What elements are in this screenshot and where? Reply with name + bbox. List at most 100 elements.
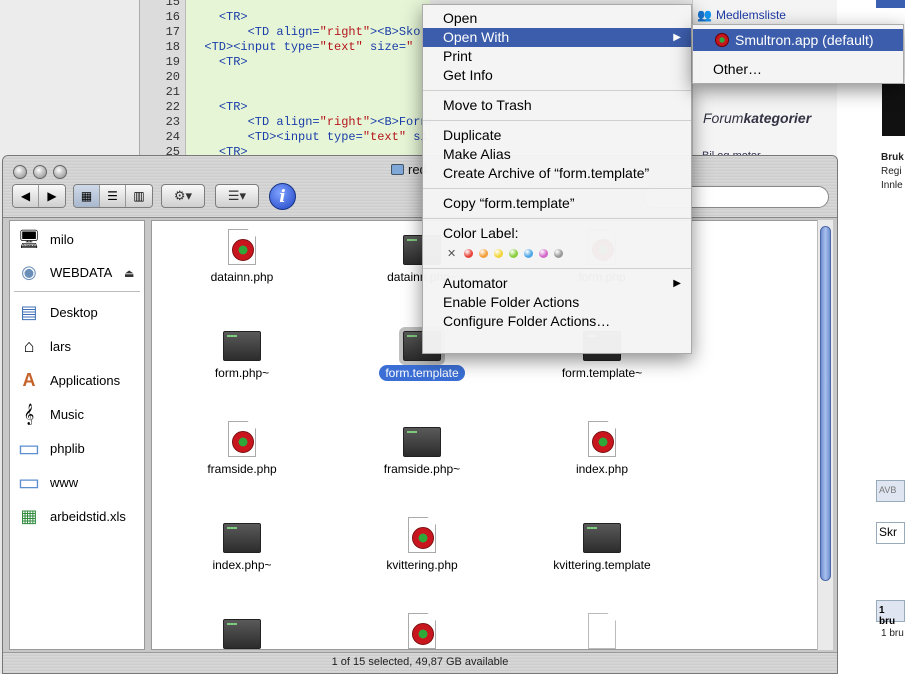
icon-view-button[interactable]: ▦ xyxy=(74,185,100,207)
menu-separator xyxy=(423,120,691,121)
menu-separator xyxy=(423,268,691,269)
code-token: "right" xyxy=(319,115,371,129)
smultron-badge-icon xyxy=(232,239,254,261)
status-bar: 1 of 15 selected, 49,87 GB available xyxy=(3,652,837,673)
sidebar-item-label: arbeidstid.xls xyxy=(50,508,126,524)
code-token: size= xyxy=(362,40,407,54)
file-name: form.php~ xyxy=(214,366,270,380)
file-name: kvittering.template xyxy=(553,558,651,572)
code-token: <TR> xyxy=(218,100,248,114)
code-line: 15 xyxy=(140,0,430,10)
file-item[interactable] xyxy=(532,613,672,649)
color-label-row: ✕ xyxy=(423,243,691,263)
action-menu-button[interactable]: ⚙▾ xyxy=(161,184,205,208)
file-item[interactable]: index.php xyxy=(532,421,672,477)
sidebar-item-label: Desktop xyxy=(50,304,98,320)
web-input[interactable]: Skr xyxy=(876,522,905,544)
minimize-button[interactable] xyxy=(33,165,47,179)
menu-item-duplicate[interactable]: Duplicate xyxy=(423,126,691,145)
file-item[interactable]: form.php~ xyxy=(172,325,312,381)
file-item[interactable]: datainn.php xyxy=(172,229,312,285)
apple-icon xyxy=(882,84,905,100)
menu-item-print[interactable]: Print xyxy=(423,47,691,66)
menu-item-copy-form-template[interactable]: Copy “form.template” xyxy=(423,194,691,213)
list-view-button[interactable]: ☰ xyxy=(100,185,126,207)
text-document-icon xyxy=(223,619,261,649)
sidebar-item-applications[interactable]: A Applications xyxy=(16,365,121,395)
scrollbar-thumb[interactable] xyxy=(820,226,831,581)
zoom-button[interactable] xyxy=(53,165,67,179)
file-item[interactable]: framside.php~ xyxy=(352,421,492,477)
back-button[interactable]: ◀ xyxy=(13,185,39,207)
file-item[interactable]: framside.php xyxy=(172,421,312,477)
submenu-item-smultron[interactable]: Smultron.app (default) xyxy=(693,29,903,51)
eject-icon[interactable]: ⏏ xyxy=(124,267,134,280)
code-line: 23 <TD align="right"><B>Forna xyxy=(140,115,430,130)
line-number: 23 xyxy=(165,115,180,129)
file-item[interactable]: index.php~ xyxy=(172,517,312,573)
code-line: 24 <TD><input type="text" si xyxy=(140,130,430,145)
sidebar-item-www[interactable]: ▭ www xyxy=(16,467,79,497)
file-item[interactable]: kvittering.php xyxy=(352,517,492,573)
menu-item-open[interactable]: Open xyxy=(423,9,691,28)
sidebar-item-webdata[interactable]: ◉ WEBDATA xyxy=(16,257,112,287)
forward-button[interactable]: ▶ xyxy=(39,185,65,207)
menu-item-label: Make Alias xyxy=(443,146,511,162)
folder-icon: ▭ xyxy=(17,434,41,462)
file-item[interactable] xyxy=(172,613,312,649)
file-item[interactable] xyxy=(352,613,492,649)
line-number: 17 xyxy=(165,25,180,39)
column-view-button[interactable]: ▥ xyxy=(126,185,152,207)
line-number: 24 xyxy=(165,130,180,144)
menu-item-color-label: Color Label: xyxy=(423,224,691,243)
menu-item-move-to-trash[interactable]: Move to Trash xyxy=(423,96,691,115)
status-text: 1 of 15 selected, 49,87 GB available xyxy=(331,656,509,668)
close-button[interactable] xyxy=(13,165,27,179)
color-label-dot[interactable] xyxy=(479,248,489,258)
code-token: "right" xyxy=(319,25,371,39)
menu-item-label: Open xyxy=(443,10,478,26)
sidebar-item-label: www xyxy=(50,474,79,490)
menu-item-label: Configure Folder Actions… xyxy=(443,313,611,329)
get-info-button[interactable]: i xyxy=(269,183,296,210)
menu-item-enable-folder-actions[interactable]: Enable Folder Actions xyxy=(423,293,691,312)
menu-item-label: Color Label: xyxy=(443,225,519,241)
php-document-icon xyxy=(228,421,256,457)
color-label-dot[interactable] xyxy=(494,248,504,258)
sidebar-item-milo[interactable]: 🖥 milo xyxy=(16,224,74,254)
menu-item-automator[interactable]: Automator ▶ xyxy=(423,274,691,293)
sidebar-item-lars[interactable]: ⌂ lars xyxy=(16,331,71,361)
color-label-dot[interactable] xyxy=(554,248,564,258)
color-label-dot[interactable] xyxy=(539,248,549,258)
file-item[interactable]: kvittering.template xyxy=(532,517,672,573)
color-label-dot[interactable] xyxy=(524,248,534,258)
sidebar-item-arbeidstid-xls[interactable]: ▦ arbeidstid.xls xyxy=(16,501,126,531)
menu-item-configure-folder-actions[interactable]: Configure Folder Actions… xyxy=(423,312,691,331)
info-icon: i xyxy=(279,186,286,207)
desktop-icon: ▤ xyxy=(20,301,38,322)
menu-item-make-alias[interactable]: Make Alias xyxy=(423,145,691,164)
arrange-menu-button[interactable]: ☰▾ xyxy=(215,184,259,208)
menu-item-create-archive-of-form-template[interactable]: Create Archive of “form.template” xyxy=(423,164,691,183)
context-menu: Open Open With ▶ Print Get Info Move to Trash… xyxy=(422,4,692,354)
line-number: 15 xyxy=(165,0,180,9)
sidebar-item-label: lars xyxy=(50,338,71,354)
sidebar-item-desktop[interactable]: ▤ Desktop xyxy=(16,297,98,327)
menu-item-open-with[interactable]: Open With ▶ xyxy=(423,28,691,47)
vertical-scrollbar[interactable] xyxy=(817,220,833,650)
medlemsliste-link[interactable]: 👥 Medlemsliste xyxy=(697,8,786,22)
sidebar-item-music[interactable]: 𝄞 Music xyxy=(16,399,84,429)
color-label-dot[interactable] xyxy=(509,248,519,258)
submenu-item-other[interactable]: Other… xyxy=(693,61,762,77)
view-mode-control: ▦ ☰ ▥ xyxy=(73,184,153,208)
web-cancel-button[interactable]: AVB xyxy=(876,480,905,502)
menu-item-get-info[interactable]: Get Info xyxy=(423,66,691,85)
code-token: <TR> xyxy=(218,55,248,69)
sidebar-item-phplib[interactable]: ▭ phplib xyxy=(16,433,85,463)
home-icon: ⌂ xyxy=(23,335,35,356)
color-label-dot[interactable] xyxy=(464,248,474,258)
no-color-label-icon[interactable]: ✕ xyxy=(447,247,456,260)
